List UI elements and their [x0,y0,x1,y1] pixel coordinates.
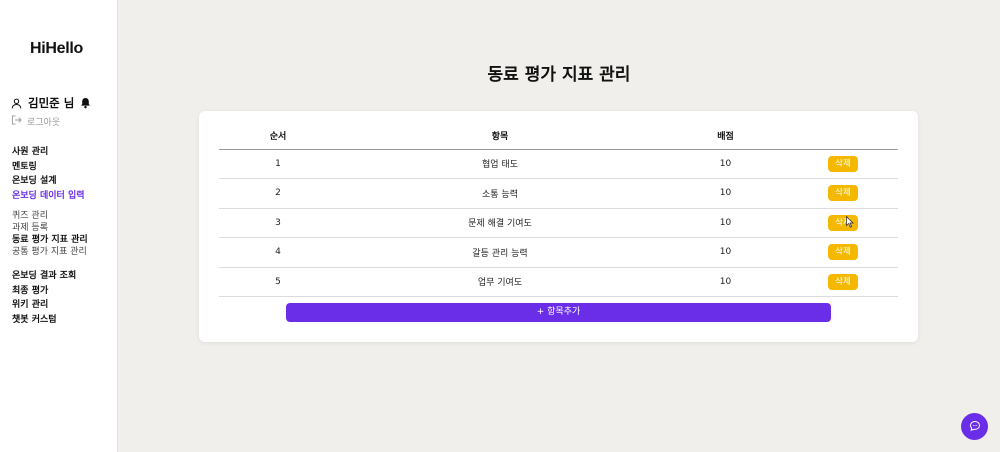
metrics-table: 순서 항목 배점 1 협업 태도 10 삭제 2 소통 능력 10 삭제 3 문… [219,123,898,297]
row-score: 10 [663,237,788,268]
menu-group-results: 온보딩 결과 조회 최종 평가 위키 관리 챗봇 커스텀 [12,269,76,327]
delete-button[interactable]: 삭제 [828,155,858,172]
table-row: 4 갈등 관리 능력 10 삭제 [219,237,898,268]
table-header-row: 순서 항목 배점 [219,123,898,150]
row-action: 삭제 [788,178,898,209]
row-item: 문제 해결 기여도 [337,208,663,238]
sidebar-item-chatbot[interactable]: 챗봇 커스텀 [12,313,76,328]
delete-button[interactable]: 삭제 [828,273,858,290]
column-header-order: 순서 [219,123,337,150]
mouse-pointer-icon [846,213,854,232]
metrics-card: 순서 항목 배점 1 협업 태도 10 삭제 2 소통 능력 10 삭제 3 문… [199,111,918,342]
row-item: 업무 기여도 [337,267,663,297]
sidebar-item-final-review[interactable]: 최종 평가 [12,284,76,299]
logout-icon [11,115,22,128]
row-action: 삭제 [788,267,898,297]
row-order: 5 [219,267,337,297]
table-row: 2 소통 능력 10 삭제 [219,178,898,209]
row-action: 삭제 [788,149,898,179]
sidebar-item-onboarding-data[interactable]: 온보딩 데이터 입력 [12,189,85,204]
row-score: 10 [663,208,788,238]
row-action: 삭제 [788,208,898,238]
row-action: 삭제 [788,237,898,268]
row-item: 협업 태도 [337,149,663,179]
chat-icon [969,417,981,436]
column-header-action [788,123,898,150]
row-item: 소통 능력 [337,178,663,209]
add-item-button[interactable]: + 항목추가 [286,303,831,322]
row-order: 3 [219,208,337,238]
column-header-item: 항목 [337,123,663,150]
row-order: 4 [219,237,337,268]
logout-label: 로그아웃 [27,118,61,128]
row-order: 1 [219,149,337,179]
sidebar-item-peer-review[interactable]: 동료 평가 지표 관리 [12,234,88,246]
sidebar-item-onboarding-results[interactable]: 온보딩 결과 조회 [12,269,76,284]
row-score: 10 [663,267,788,297]
sidebar-item-common-review[interactable]: 공통 평가 지표 관리 [12,246,88,258]
delete-button[interactable]: 삭제 [828,244,858,261]
row-item: 갈등 관리 능력 [337,237,663,268]
logo[interactable]: HiHello [30,40,83,58]
sidebar-item-quiz[interactable]: 퀴즈 관리 [12,210,88,222]
row-order: 2 [219,178,337,209]
menu-group-main: 사원 관리 멘토링 온보딩 설계 온보딩 데이터 입력 [12,145,85,203]
column-header-score: 배점 [663,123,788,150]
table-row: 1 협업 태도 10 삭제 [219,149,898,179]
user-row: 김민준 님 [11,95,91,111]
sidebar-item-onboarding-design[interactable]: 온보딩 설계 [12,174,85,189]
table-row: 5 업무 기여도 10 삭제 [219,267,898,297]
table-row: 3 문제 해결 기여도 10 삭제 [219,208,898,238]
chat-button[interactable] [961,413,988,440]
logout-button[interactable]: 로그아웃 [11,115,60,128]
user-icon [11,98,22,109]
sidebar-item-mentoring[interactable]: 멘토링 [12,160,85,175]
row-score: 10 [663,178,788,209]
sidebar-item-wiki[interactable]: 위키 관리 [12,298,76,313]
sidebar-item-employees[interactable]: 사원 관리 [12,145,85,160]
sidebar-item-assignment[interactable]: 과제 등록 [12,222,88,234]
sidebar: HiHello 김민준 님 로그아웃 사원 관리 멘토링 온보딩 설계 온보딩 … [0,0,118,452]
bell-icon[interactable] [80,97,91,109]
delete-button[interactable]: 삭제 [828,185,858,202]
row-score: 10 [663,149,788,179]
page-title: 동료 평가 지표 관리 [487,65,631,85]
user-name: 김민준 님 [28,96,75,110]
menu-group-sub: 퀴즈 관리 과제 등록 동료 평가 지표 관리 공통 평가 지표 관리 [12,210,88,258]
